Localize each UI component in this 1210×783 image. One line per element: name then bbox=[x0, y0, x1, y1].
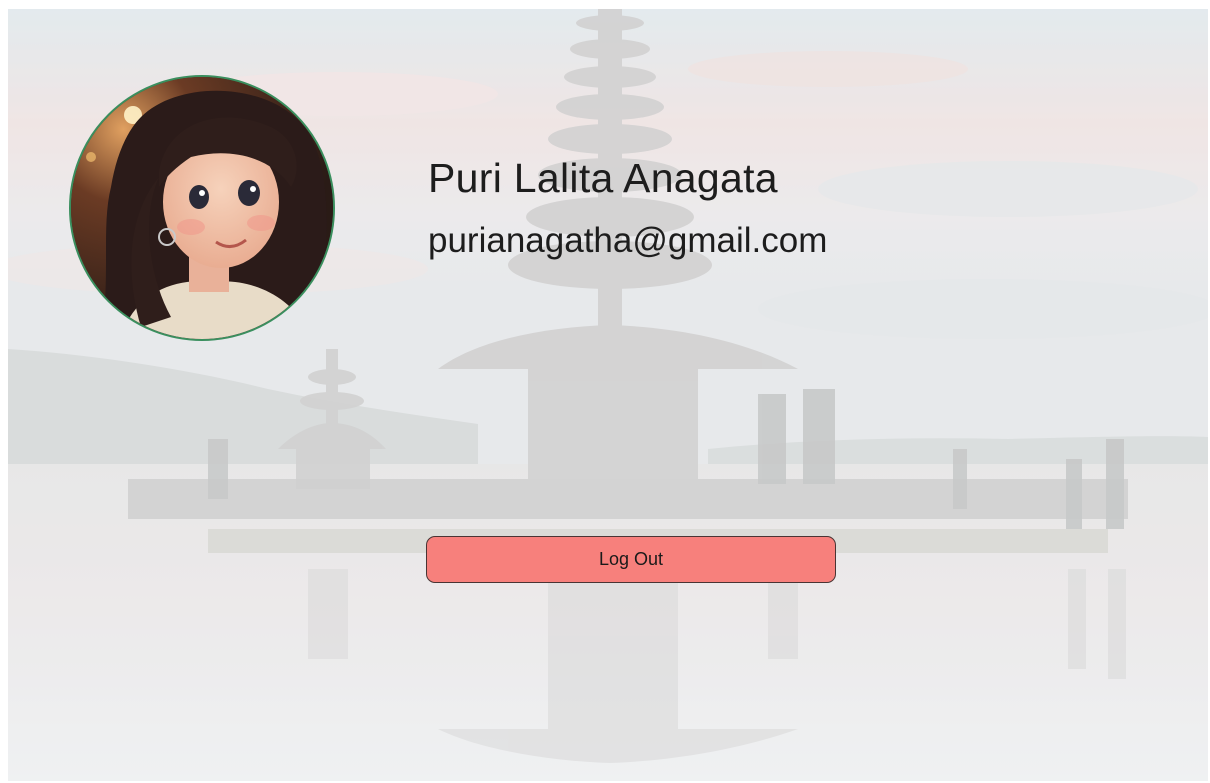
profile-avatar bbox=[69, 75, 335, 341]
profile-name: Puri Lalita Anagata bbox=[428, 155, 778, 201]
profile-email: purianagatha@gmail.com bbox=[428, 221, 828, 260]
profile-page: Puri Lalita Anagata purianagatha@gmail.c… bbox=[8, 9, 1208, 781]
logout-button[interactable]: Log Out bbox=[426, 536, 836, 583]
user-avatar-icon bbox=[71, 77, 333, 339]
